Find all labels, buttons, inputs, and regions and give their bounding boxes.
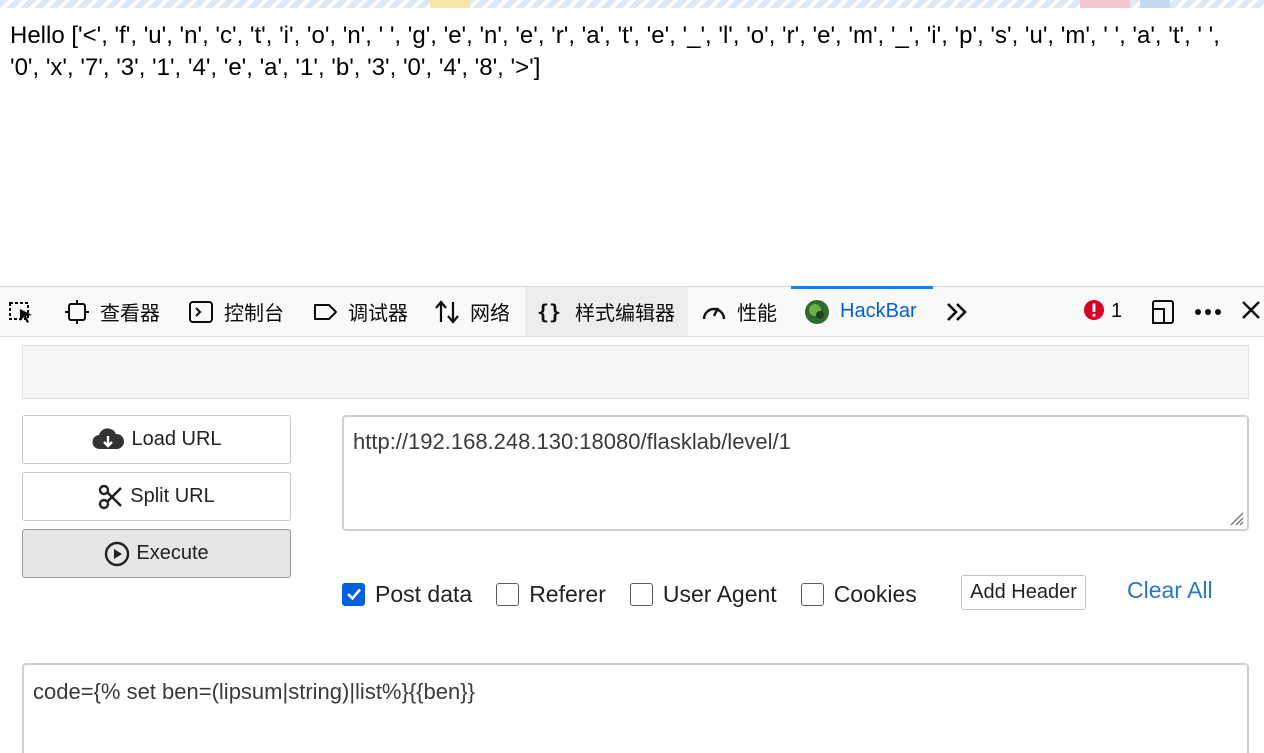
tab-hackbar[interactable]: HackBar bbox=[791, 286, 933, 336]
url-value: http://192.168.248.130:18080/flasklab/le… bbox=[353, 429, 791, 454]
close-devtools-button[interactable] bbox=[1240, 287, 1264, 336]
tab-hackbar-label: HackBar bbox=[840, 300, 917, 322]
split-url-button[interactable]: Split URL bbox=[22, 472, 291, 521]
page-banner-strip bbox=[0, 0, 1264, 8]
tab-console[interactable]: 控制台 bbox=[188, 287, 284, 336]
error-count: 1 bbox=[1111, 300, 1123, 322]
add-header-button[interactable]: Add Header bbox=[961, 575, 1086, 610]
network-icon bbox=[434, 299, 460, 325]
post-data-textarea[interactable]: code={% set ben=(lipsum|string)|list%}{{… bbox=[22, 663, 1249, 753]
clear-all-link[interactable]: Clear All bbox=[1127, 577, 1213, 604]
inspect-pointer-icon bbox=[8, 299, 34, 325]
error-count-badge[interactable]: 1 bbox=[1083, 287, 1122, 336]
scissors-icon bbox=[98, 484, 124, 510]
more-options-button[interactable] bbox=[1193, 287, 1233, 336]
post-data-checkbox[interactable] bbox=[342, 582, 365, 606]
dock-layout-icon bbox=[1150, 299, 1176, 325]
referer-label: Referer bbox=[529, 580, 606, 607]
post-data-option[interactable]: Post data bbox=[342, 581, 472, 608]
svg-text:{}: {} bbox=[537, 300, 561, 324]
console-icon bbox=[188, 299, 214, 325]
user-agent-checkbox[interactable] bbox=[629, 582, 653, 606]
devtools-panel: 查看器 控制台 调试器 网络 {} 样式编辑器 性能 HackBar 1 Loa… bbox=[0, 286, 1264, 753]
inspector-icon bbox=[64, 299, 90, 325]
performance-icon bbox=[701, 299, 727, 325]
cookies-label: Cookies bbox=[833, 580, 917, 607]
tab-console-label: 控制台 bbox=[224, 303, 284, 325]
error-icon bbox=[1083, 299, 1105, 325]
post-data-value: code={% set ben=(lipsum|string)|list%}{{… bbox=[33, 679, 475, 704]
hackbar-top-bar bbox=[22, 345, 1249, 399]
tab-performance-label: 性能 bbox=[737, 303, 777, 325]
url-textarea[interactable]: http://192.168.248.130:18080/flasklab/le… bbox=[342, 415, 1249, 531]
tab-performance[interactable]: 性能 bbox=[701, 287, 777, 336]
cloud-download-icon bbox=[91, 427, 125, 453]
tab-debugger-label: 调试器 bbox=[348, 303, 408, 325]
tab-style-editor-label: 样式编辑器 bbox=[575, 303, 675, 325]
close-icon bbox=[1240, 299, 1262, 325]
tab-inspector[interactable]: 查看器 bbox=[64, 287, 160, 336]
tab-inspector-label: 查看器 bbox=[100, 303, 160, 325]
hackbar-logo-icon bbox=[804, 299, 830, 325]
referer-option[interactable]: Referer bbox=[496, 581, 606, 608]
request-options: Post data Referer User Agent Cookies bbox=[342, 574, 941, 614]
post-data-label: Post data bbox=[375, 580, 473, 607]
user-agent-label: User Agent bbox=[662, 580, 777, 607]
style-editor-icon: {} bbox=[537, 299, 565, 325]
execute-button[interactable]: Execute bbox=[22, 529, 291, 578]
resize-grip-icon[interactable] bbox=[1225, 507, 1245, 527]
page-output-text: Hello ['<', 'f', 'u', 'n', 'c', 't', 'i'… bbox=[10, 22, 1220, 81]
tab-pick-element[interactable] bbox=[8, 287, 44, 336]
debugger-icon bbox=[312, 299, 338, 325]
load-url-button[interactable]: Load URL bbox=[22, 415, 291, 464]
split-url-label: Split URL bbox=[130, 485, 215, 507]
load-url-label: Load URL bbox=[131, 428, 222, 450]
tab-debugger[interactable]: 调试器 bbox=[312, 287, 408, 336]
more-tabs-chevron[interactable] bbox=[944, 287, 980, 336]
tab-style-editor[interactable]: {} 样式编辑器 bbox=[525, 287, 688, 336]
tab-network-label: 网络 bbox=[470, 303, 510, 325]
double-chevron-right-icon bbox=[944, 299, 970, 325]
execute-label: Execute bbox=[136, 542, 209, 564]
play-circle-icon bbox=[104, 541, 130, 567]
cookies-option[interactable]: Cookies bbox=[800, 580, 917, 608]
ellipsis-icon bbox=[1193, 299, 1223, 325]
tab-network[interactable]: 网络 bbox=[434, 287, 510, 336]
cookies-checkbox[interactable] bbox=[800, 582, 824, 606]
devtools-toolbar: 查看器 控制台 调试器 网络 {} 样式编辑器 性能 HackBar 1 bbox=[0, 286, 1264, 337]
user-agent-option[interactable]: User Agent bbox=[629, 580, 777, 608]
dock-side-button[interactable] bbox=[1150, 287, 1186, 336]
referer-checkbox[interactable] bbox=[496, 582, 520, 606]
